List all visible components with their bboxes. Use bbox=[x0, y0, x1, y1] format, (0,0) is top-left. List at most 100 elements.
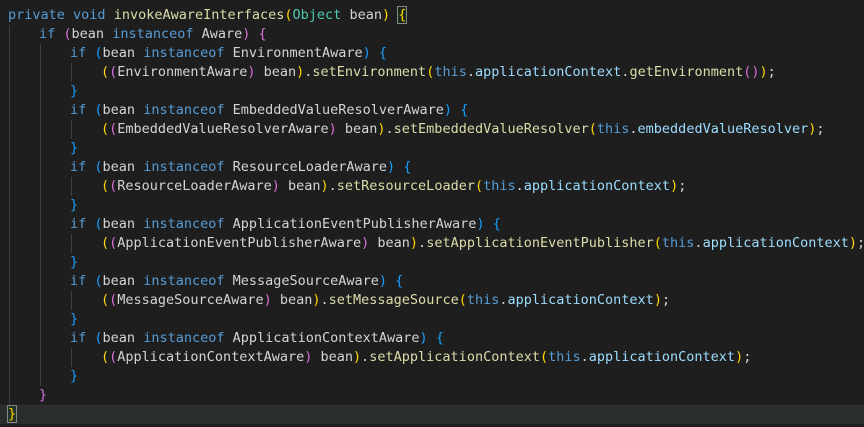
code-token: setMessageSource bbox=[328, 292, 459, 308]
code-token: ) bbox=[848, 235, 858, 251]
code-line[interactable]: } bbox=[0, 139, 864, 158]
code-line[interactable]: } bbox=[0, 367, 864, 386]
code-line[interactable]: } bbox=[0, 82, 864, 101]
code-token: setApplicationEventPublisher bbox=[426, 235, 654, 251]
code-token: { bbox=[397, 6, 408, 24]
code-token: ) bbox=[378, 273, 388, 289]
code-token: { bbox=[460, 102, 469, 118]
code-area[interactable]: private void invokeAwareInterfaces(Objec… bbox=[0, 6, 864, 424]
indent-guide bbox=[9, 272, 10, 291]
code-token: setEnvironment bbox=[312, 64, 427, 80]
code-line[interactable]: ((ApplicationEventPublisherAware) bean).… bbox=[0, 234, 864, 253]
code-token: ) bbox=[476, 216, 485, 232]
code-token: EmbeddedValueResolverAware bbox=[224, 102, 444, 118]
code-token: ApplicationEventPublisherAware bbox=[224, 216, 477, 232]
code-token: } bbox=[39, 387, 48, 403]
code-token: instanceof bbox=[143, 159, 225, 175]
code-token: instanceof bbox=[143, 330, 225, 346]
code-token: . bbox=[499, 292, 508, 308]
code-token: ResourceLoaderAware bbox=[117, 178, 272, 194]
code-line[interactable]: ((EnvironmentAware) bean).setEnvironment… bbox=[0, 63, 864, 82]
code-token: ) bbox=[387, 159, 396, 175]
code-line[interactable]: ((ResourceLoaderAware) bean).setResource… bbox=[0, 177, 864, 196]
code-line[interactable]: if (bean instanceof EmbeddedValueResolve… bbox=[0, 101, 864, 120]
indent-guide bbox=[71, 234, 72, 253]
code-line[interactable]: if (bean instanceof Aware) { bbox=[0, 25, 864, 44]
code-token: bean bbox=[71, 26, 113, 42]
code-token: . bbox=[515, 178, 524, 194]
code-line[interactable]: ((EmbeddedValueResolverAware) bean).setE… bbox=[0, 120, 864, 139]
code-token: bean bbox=[336, 121, 378, 137]
code-token: . bbox=[320, 292, 329, 308]
indent-guide bbox=[9, 329, 10, 348]
code-token: ) bbox=[653, 292, 662, 308]
code-token: applicationContext bbox=[702, 235, 849, 251]
code-token: setEmbeddedValueResolver bbox=[393, 121, 589, 137]
code-line[interactable]: } bbox=[0, 253, 864, 272]
code-line[interactable]: private void invokeAwareInterfaces(Objec… bbox=[0, 6, 864, 25]
code-token: setResourceLoader bbox=[336, 178, 475, 194]
indent-guide bbox=[9, 348, 10, 367]
code-token: { bbox=[492, 216, 501, 232]
code-token: this bbox=[548, 349, 581, 365]
indent-guide bbox=[40, 348, 41, 367]
code-line[interactable]: if (bean instanceof EnvironmentAware) { bbox=[0, 44, 864, 63]
code-token: ApplicationEventPublisherAware bbox=[117, 235, 362, 251]
indent-guide bbox=[40, 120, 41, 139]
code-line[interactable]: if (bean instanceof ApplicationContextAw… bbox=[0, 329, 864, 348]
code-token: ; bbox=[743, 349, 752, 365]
indent-guide bbox=[40, 196, 41, 215]
code-token: ; bbox=[857, 235, 864, 251]
code-token: setApplicationContext bbox=[369, 349, 540, 365]
code-line[interactable]: } bbox=[0, 386, 864, 405]
code-line[interactable]: } bbox=[0, 196, 864, 215]
code-token: ) bbox=[670, 178, 679, 194]
code-line[interactable]: if (bean instanceof ApplicationEventPubl… bbox=[0, 215, 864, 234]
code-editor[interactable]: private void invokeAwareInterfaces(Objec… bbox=[0, 0, 864, 427]
code-token: ( bbox=[63, 26, 72, 42]
code-token: ( bbox=[101, 292, 110, 308]
indent-guide bbox=[40, 272, 41, 291]
indent-guide bbox=[9, 386, 10, 405]
indent-guide bbox=[40, 253, 41, 272]
indent-guide bbox=[9, 234, 10, 253]
indent-guide bbox=[40, 310, 41, 329]
code-token: bean bbox=[312, 349, 353, 365]
code-line[interactable]: ((MessageSourceAware) bean).setMessageSo… bbox=[0, 291, 864, 310]
indent-guide bbox=[71, 177, 72, 196]
code-line[interactable]: if (bean instanceof ResourceLoaderAware)… bbox=[0, 158, 864, 177]
code-token: } bbox=[70, 311, 79, 327]
code-line[interactable]: } bbox=[0, 405, 864, 424]
code-token: ) bbox=[320, 178, 329, 194]
code-token: . bbox=[580, 349, 589, 365]
code-token: ) bbox=[735, 349, 744, 365]
indent-guide bbox=[9, 101, 10, 120]
code-line[interactable]: if (bean instanceof MessageSourceAware) … bbox=[0, 272, 864, 291]
indent-guide bbox=[9, 291, 10, 310]
code-token: EnvironmentAware bbox=[224, 45, 363, 61]
code-line[interactable]: } bbox=[0, 310, 864, 329]
indent-guide bbox=[40, 63, 41, 82]
code-token: ) bbox=[328, 121, 337, 137]
indent-guide bbox=[9, 120, 10, 139]
code-token: . bbox=[385, 121, 394, 137]
code-token: ) bbox=[312, 292, 321, 308]
code-token: bean bbox=[102, 330, 144, 346]
code-token: if bbox=[70, 216, 87, 232]
indent-guide bbox=[71, 120, 72, 139]
code-line[interactable]: ((ApplicationContextAware) bean). setAppl… bbox=[0, 348, 864, 367]
indent-guide bbox=[40, 101, 41, 120]
code-token: } bbox=[6, 405, 18, 423]
code-token: } bbox=[70, 83, 79, 99]
code-token: ( bbox=[94, 273, 103, 289]
code-token: bean bbox=[102, 216, 144, 232]
code-token: instanceof bbox=[143, 216, 225, 232]
code-token: applicationContext bbox=[474, 64, 622, 80]
code-token: ) bbox=[263, 292, 272, 308]
code-token: ( bbox=[101, 178, 110, 194]
